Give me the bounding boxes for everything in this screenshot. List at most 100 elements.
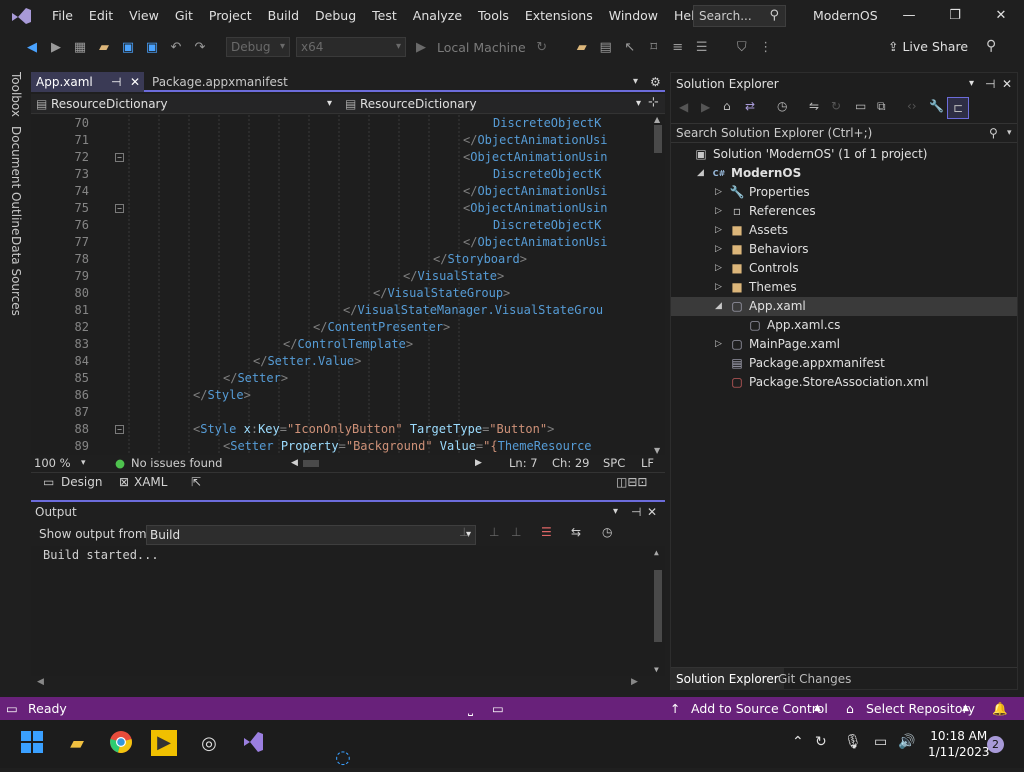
- output-source-combo[interactable]: Build: [146, 525, 476, 545]
- code-editor[interactable]: 70 DiscreteObjectK 71 </ObjectAnimationUsi 7…: [31, 115, 665, 455]
- expand-toggle-icon[interactable]: ▷: [715, 335, 725, 354]
- issues-status[interactable]: No issues found: [131, 455, 222, 472]
- folder-view-icon[interactable]: ▰: [574, 40, 590, 55]
- se-search-options-icon[interactable]: ▾: [1007, 124, 1012, 142]
- tree-node[interactable]: ▷ ■ Themes: [671, 278, 1017, 297]
- code-line[interactable]: 73 DiscreteObjectK: [31, 166, 651, 183]
- prev-message-icon[interactable]: ⊥: [489, 525, 499, 539]
- layout-icons[interactable]: ◫⊟⊡: [616, 473, 647, 491]
- tab-solution-explorer[interactable]: Solution Explorer: [671, 668, 784, 690]
- menu-build[interactable]: Build: [260, 0, 307, 32]
- fold-toggle-icon[interactable]: −: [115, 204, 124, 213]
- expand-toggle-icon[interactable]: ▷: [715, 221, 725, 240]
- undo-icon[interactable]: ↶: [168, 40, 184, 55]
- scroll-thumb[interactable]: [654, 570, 662, 642]
- back-icon[interactable]: ◀: [24, 40, 40, 55]
- tree-node[interactable]: ▷ ■ Controls: [671, 259, 1017, 278]
- forward-icon[interactable]: ▶: [48, 40, 64, 55]
- pop-out-icon[interactable]: ⇱: [191, 473, 201, 491]
- scroll-down-icon[interactable]: ▼: [654, 665, 659, 674]
- menu-tools[interactable]: Tools: [470, 0, 517, 32]
- obs-icon[interactable]: ◎: [195, 730, 223, 758]
- se-back-icon[interactable]: ◀: [679, 100, 688, 114]
- live-share-button[interactable]: ⇪ Live Share: [888, 32, 968, 62]
- save-icon[interactable]: ▣: [120, 40, 136, 55]
- code-line[interactable]: 87: [31, 404, 651, 421]
- tree-node[interactable]: ▣ Solution 'ModernOS' (1 of 1 project): [671, 145, 1017, 164]
- se-close-icon[interactable]: ✕: [1002, 73, 1012, 95]
- output-horizontal-scrollbar[interactable]: ◀ ▶: [31, 676, 665, 690]
- hscroll-thumb[interactable]: [303, 460, 319, 467]
- nav-left-combo[interactable]: ▤ ResourceDictionary: [31, 95, 336, 113]
- output-pin-icon[interactable]: ⊣: [631, 502, 641, 522]
- toolbox-icon[interactable]: ▤: [598, 40, 614, 55]
- overflow-icon[interactable]: ⋮: [758, 40, 774, 55]
- tab-dropdown-icon[interactable]: ▾: [633, 72, 638, 92]
- xaml-tab[interactable]: XAML: [134, 473, 167, 491]
- tree-node[interactable]: ▷ ▫ References: [671, 202, 1017, 221]
- expand-toggle-icon[interactable]: ▷: [715, 278, 725, 297]
- scroll-left-icon[interactable]: ◀: [37, 677, 44, 687]
- code-line[interactable]: 78 </Storyboard>: [31, 251, 651, 268]
- code-line[interactable]: 80 </VisualStateGroup>: [31, 285, 651, 302]
- preview-selected-icon[interactable]: ⊏: [947, 97, 969, 119]
- code-line[interactable]: 79 </VisualState>: [31, 268, 651, 285]
- code-line[interactable]: 74 </ObjectAnimationUsi: [31, 183, 651, 200]
- code-line[interactable]: 70 DiscreteObjectK: [31, 115, 651, 132]
- menu-view[interactable]: View: [121, 0, 167, 32]
- feedback-icon[interactable]: ⚲: [986, 38, 996, 54]
- file-explorer-icon[interactable]: ▰: [63, 730, 91, 758]
- se-dropdown-icon[interactable]: ▾: [969, 73, 974, 95]
- split-icon[interactable]: ⊹: [648, 95, 659, 110]
- code-view-icon[interactable]: ‹›: [907, 99, 917, 113]
- search-box[interactable]: Search... ⚲: [693, 5, 786, 27]
- select-repository[interactable]: Select Repository: [866, 697, 975, 720]
- tree-node[interactable]: ▷ ■ Behaviors: [671, 240, 1017, 259]
- code-line[interactable]: 83 </ControlTemplate>: [31, 336, 651, 353]
- solution-search-box[interactable]: Search Solution Explorer (Ctrl+;) ⚲ ▾: [671, 123, 1017, 143]
- scroll-down-icon[interactable]: ▼: [654, 446, 660, 455]
- code-line[interactable]: 84 </Setter.Value>: [31, 353, 651, 370]
- menu-debug[interactable]: Debug: [307, 0, 364, 32]
- fold-toggle-icon[interactable]: −: [115, 153, 124, 162]
- expand-toggle-icon[interactable]: ▷: [715, 202, 725, 221]
- visual-studio-icon[interactable]: [239, 730, 267, 758]
- zoom-level[interactable]: 100 %: [34, 455, 71, 472]
- code-line[interactable]: 72 − <ObjectAnimationUsin: [31, 149, 651, 166]
- collapse-all-icon[interactable]: ▭: [855, 99, 866, 113]
- menu-window[interactable]: Window: [601, 0, 666, 32]
- design-tab[interactable]: Design: [61, 473, 102, 491]
- se-forward-icon[interactable]: ▶: [701, 100, 710, 114]
- pin-icon[interactable]: ⊣: [111, 72, 121, 92]
- scroll-right-icon[interactable]: ▶: [631, 677, 638, 687]
- bookmark-toggle-icon[interactable]: ⛉: [734, 40, 750, 55]
- media-player-icon[interactable]: ▶: [151, 730, 177, 756]
- tree-node[interactable]: ◢ ▢ App.xaml: [671, 297, 1017, 316]
- minimize-button[interactable]: —: [886, 0, 932, 32]
- properties-wrench-icon[interactable]: 🔧: [929, 99, 944, 113]
- scroll-up-icon[interactable]: ▲: [654, 115, 660, 124]
- fold-toggle-icon[interactable]: −: [115, 425, 124, 434]
- config-combo[interactable]: Debug: [226, 37, 290, 57]
- code-line[interactable]: 89 <Setter Property="Background" Value="{…: [31, 438, 651, 455]
- maximize-button[interactable]: ❐: [932, 0, 978, 32]
- editor-vertical-scrollbar[interactable]: ▲ ▼: [651, 115, 665, 455]
- se-pin-icon[interactable]: ⊣: [985, 73, 995, 95]
- tab-git-changes[interactable]: Git Changes: [773, 668, 856, 690]
- hscroll-left-icon[interactable]: ◀: [291, 455, 298, 472]
- scroll-up-icon[interactable]: ▲: [654, 548, 659, 557]
- expand-toggle-icon[interactable]: ◢: [715, 297, 725, 316]
- redo-icon[interactable]: ↷: [192, 40, 208, 55]
- open-folder-icon[interactable]: ▰: [96, 40, 112, 55]
- menu-file[interactable]: File: [44, 0, 81, 32]
- platform-combo[interactable]: x64: [296, 37, 406, 57]
- comment-icon[interactable]: ☰: [694, 40, 710, 55]
- menu-edit[interactable]: Edit: [81, 0, 121, 32]
- menu-analyze[interactable]: Analyze: [405, 0, 470, 32]
- switch-views-icon[interactable]: ⇄: [745, 99, 755, 113]
- menu-test[interactable]: Test: [364, 0, 405, 32]
- spacing-mode[interactable]: SPC: [603, 455, 625, 472]
- refresh-icon[interactable]: ↻: [831, 99, 841, 113]
- notification-count[interactable]: 2: [987, 736, 1004, 753]
- run-icon[interactable]: ▶: [413, 40, 429, 55]
